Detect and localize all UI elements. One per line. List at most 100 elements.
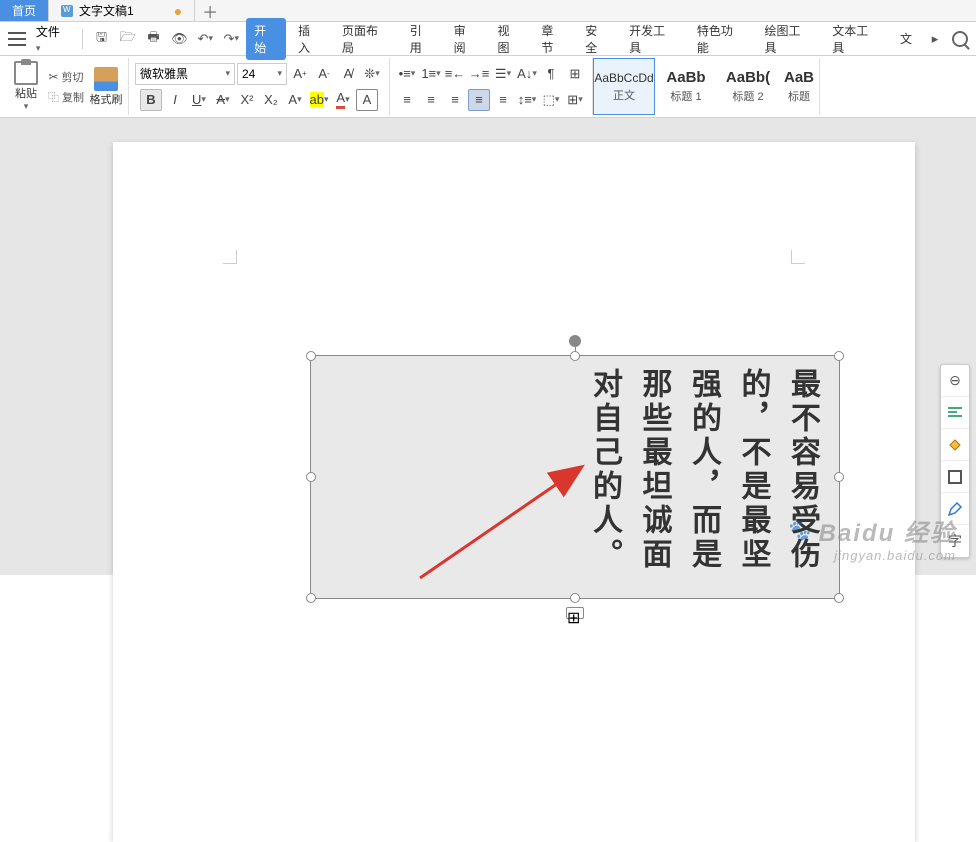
layout-options-button[interactable]: ⊞ xyxy=(566,607,584,619)
menu-start[interactable]: 开始 xyxy=(246,18,286,60)
text-settings-button[interactable]: 字 xyxy=(941,525,969,557)
home-tab[interactable]: 首页 xyxy=(0,0,49,21)
document-tab[interactable]: 文字文稿1 ● xyxy=(49,0,195,21)
file-menu[interactable]: 文件 ▾ xyxy=(36,23,68,54)
char-border-button[interactable]: A xyxy=(356,89,378,111)
resize-handle-w[interactable] xyxy=(306,472,316,482)
clear-format-icon[interactable]: A̸ xyxy=(337,63,359,85)
menu-page-layout[interactable]: 页面布局 xyxy=(334,18,398,60)
borders-button[interactable]: ⊞▾ xyxy=(564,89,586,111)
text-box[interactable]: 最不容易受伤的，不是最坚强的人，而是那些最坦诚面对自己的人。 xyxy=(310,355,840,599)
align-center-button[interactable]: ≡ xyxy=(420,89,442,111)
menu-special[interactable]: 特色功能 xyxy=(689,18,753,60)
scissors-icon: ✂ xyxy=(48,70,58,84)
numbering-button[interactable]: 1≡▾ xyxy=(420,63,442,85)
subscript-button[interactable]: X₂ xyxy=(260,89,282,111)
unsaved-indicator-icon: ● xyxy=(174,3,182,19)
resize-handle-s[interactable] xyxy=(570,593,580,603)
search-icon[interactable] xyxy=(952,31,968,47)
format-painter-button[interactable]: 格式刷 xyxy=(88,58,124,115)
distribute-button[interactable]: ≡ xyxy=(492,89,514,111)
superscript-button[interactable]: X² xyxy=(236,89,258,111)
resize-handle-sw[interactable] xyxy=(306,593,316,603)
menu-view[interactable]: 视图 xyxy=(489,18,529,60)
menu-bar: 文件 ▾ 🖫 🗁 🖶 👁 ↶▾ ↷▾ 开始 插入 页面布局 引用 审阅 视图 章… xyxy=(0,22,976,56)
decrease-font-icon[interactable]: A- xyxy=(313,63,335,85)
menu-review[interactable]: 审阅 xyxy=(446,18,486,60)
strikethrough-button[interactable]: A▾ xyxy=(212,89,234,111)
pen-button[interactable] xyxy=(941,493,969,525)
home-tab-label: 首页 xyxy=(12,2,36,19)
menu-draw-tools[interactable]: 绘图工具 xyxy=(757,18,821,60)
indent-left-button[interactable]: ≡← xyxy=(444,63,466,85)
align-right-button[interactable]: ≡ xyxy=(444,89,466,111)
fill-button[interactable] xyxy=(941,429,969,461)
clipboard-icon xyxy=(14,61,38,85)
style-heading2[interactable]: AaBb( 标题 2 xyxy=(717,58,779,115)
outline-button[interactable] xyxy=(941,461,969,493)
text-effects-button[interactable]: A▾ xyxy=(284,89,306,111)
resize-handle-n[interactable] xyxy=(570,351,580,361)
add-tab-button[interactable]: ＋ xyxy=(195,0,225,21)
indent-right-button[interactable]: →≡ xyxy=(468,63,490,85)
separator xyxy=(82,29,83,49)
menu-dev-tools[interactable]: 开发工具 xyxy=(621,18,685,60)
menu-chapter[interactable]: 章节 xyxy=(533,18,573,60)
document-area: 最不容易受伤的，不是最坚强的人，而是那些最坦诚面对自己的人。 ⊞ ⊖ 字 🐾Ba… xyxy=(0,118,976,575)
phonetic-icon[interactable]: ❊▾ xyxy=(361,63,383,85)
word-doc-icon xyxy=(61,5,73,17)
bold-button[interactable]: B xyxy=(140,89,162,111)
show-marks-button[interactable]: ¶ xyxy=(540,63,562,85)
font-group: 微软雅黑▾ 24▾ A+ A- A̸ ❊▾ B I U▾ A▾ X² X₂ A▾… xyxy=(129,58,390,115)
wrap-text-button[interactable] xyxy=(941,397,969,429)
print-icon[interactable]: 🖶 xyxy=(146,31,162,47)
line-spacing-button[interactable]: ↕≡▾ xyxy=(516,89,538,111)
underline-button[interactable]: U▾ xyxy=(188,89,210,111)
menu-more[interactable]: 文 xyxy=(892,26,920,51)
hamburger-icon[interactable] xyxy=(8,32,26,46)
save-icon[interactable]: 🖫 xyxy=(94,31,110,47)
undo-icon[interactable]: ↶▾ xyxy=(197,31,213,47)
cut-button[interactable]: ✂剪切 xyxy=(48,68,83,86)
increase-font-icon[interactable]: A+ xyxy=(289,63,311,85)
font-name-select[interactable]: 微软雅黑▾ xyxy=(135,63,235,85)
textbox-content[interactable]: 最不容易受伤的，不是最坚强的人，而是那些最坦诚面对自己的人。 xyxy=(323,368,827,586)
bullets-button[interactable]: •≡▾ xyxy=(396,63,418,85)
style-normal[interactable]: AaBbCcDd 正文 xyxy=(593,58,655,115)
menu-text-tools[interactable]: 文本工具 xyxy=(824,18,888,60)
export-icon[interactable]: 🗁 xyxy=(120,31,136,47)
shading-button[interactable]: ⬚▾ xyxy=(540,89,562,111)
align-justify-button[interactable]: ≡ xyxy=(468,89,490,111)
document-tab-label: 文字文稿1 xyxy=(79,2,134,19)
sort-button[interactable]: A↓▾ xyxy=(516,63,538,85)
ribbon: 粘贴▾ ✂剪切 ⿻复制 格式刷 微软雅黑▾ 24▾ A+ A- A̸ ❊▾ B … xyxy=(0,56,976,118)
copy-button[interactable]: ⿻复制 xyxy=(48,88,84,106)
brush-icon xyxy=(94,67,118,91)
zoom-out-button[interactable]: ⊖ xyxy=(941,365,969,397)
align-left-button[interactable]: ≡ xyxy=(396,89,418,111)
menu-references[interactable]: 引用 xyxy=(402,18,442,60)
textbox-container: 最不容易受伤的，不是最坚强的人，而是那些最坦诚面对自己的人。 ⊞ xyxy=(310,355,840,599)
font-color-button[interactable]: A▾ xyxy=(332,89,354,111)
resize-handle-nw[interactable] xyxy=(306,351,316,361)
resize-handle-ne[interactable] xyxy=(834,351,844,361)
border-button[interactable]: ⊞ xyxy=(564,63,586,85)
margin-marker-icon xyxy=(791,250,805,264)
preview-icon[interactable]: 👁 xyxy=(171,31,187,47)
menu-insert[interactable]: 插入 xyxy=(290,18,330,60)
font-size-select[interactable]: 24▾ xyxy=(237,63,287,85)
italic-button[interactable]: I xyxy=(164,89,186,111)
copy-icon: ⿻ xyxy=(48,89,59,105)
style-heading1[interactable]: AaBb 标题 1 xyxy=(655,58,717,115)
paste-button[interactable]: 粘贴▾ xyxy=(8,58,44,115)
text-direction-button[interactable]: ☰▾ xyxy=(492,63,514,85)
highlight-button[interactable]: ab▾ xyxy=(308,89,330,111)
floating-toolbar: ⊖ 字 xyxy=(940,364,970,558)
resize-handle-se[interactable] xyxy=(834,593,844,603)
menu-security[interactable]: 安全 xyxy=(577,18,617,60)
resize-handle-e[interactable] xyxy=(834,472,844,482)
redo-icon[interactable]: ↷▾ xyxy=(223,31,239,47)
style-heading3[interactable]: AaB 标题 xyxy=(779,58,819,115)
margin-marker-icon xyxy=(223,250,237,264)
scroll-right-icon[interactable]: ▸ xyxy=(927,31,943,47)
